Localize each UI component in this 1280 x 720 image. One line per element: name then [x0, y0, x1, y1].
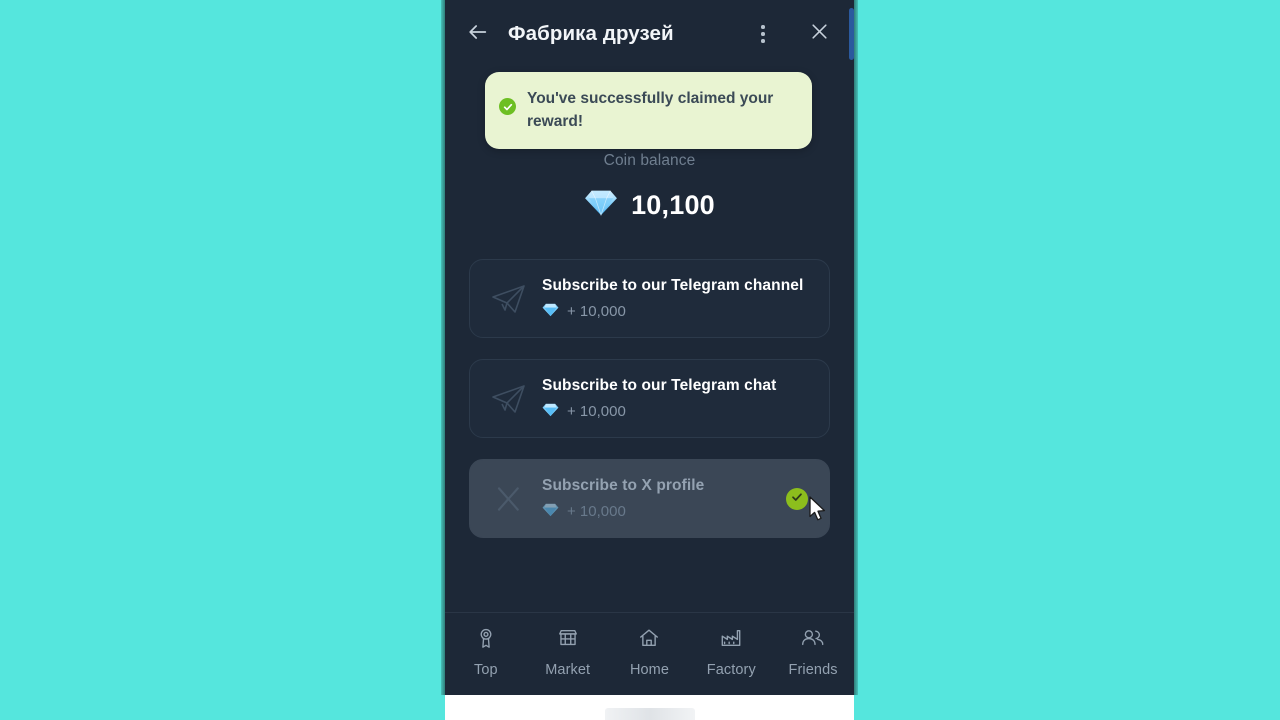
nav-item-friends[interactable]: Friends [772, 627, 854, 678]
task-list: Subscribe to our Telegram channel + 10,0… [469, 259, 830, 559]
back-button[interactable] [461, 17, 495, 51]
task-title: Subscribe to X profile [542, 476, 705, 494]
nav-label: Top [474, 662, 498, 678]
gem-icon [542, 402, 559, 421]
success-toast: You've successfully claimed your reward! [485, 72, 812, 149]
telegram-icon [486, 383, 532, 415]
more-vertical-icon [761, 25, 765, 43]
arrow-left-icon [467, 21, 489, 48]
panel-scrollbar-thumb[interactable] [849, 8, 854, 60]
nav-item-home[interactable]: Home [609, 627, 691, 678]
coin-balance-value: 10,100 [631, 189, 715, 220]
nav-label: Factory [706, 662, 756, 678]
telegram-miniapp-panel: Фабрика друзей You've successfully claim… [445, 0, 854, 695]
coin-balance-label: Coin balance [603, 152, 696, 169]
coin-balance-block: Coin balance 10,100 [445, 152, 854, 223]
nav-item-factory[interactable]: Factory [690, 627, 772, 678]
nav-item-top[interactable]: Top [445, 627, 527, 678]
nav-item-market[interactable]: Market [527, 627, 609, 678]
factory-icon [720, 627, 742, 654]
task-text: Subscribe to X profile + 10,000 [542, 477, 704, 521]
store-icon [557, 627, 579, 654]
underlying-page-strip [445, 695, 854, 720]
app-header: Фабрика друзей [445, 0, 854, 68]
task-completed-badge [786, 487, 808, 510]
nav-label: Home [629, 662, 670, 678]
toast-message: You've successfully claimed your reward! [527, 90, 774, 130]
check-circle-icon [791, 490, 803, 508]
task-reward: + 10,000 [542, 302, 803, 321]
gem-icon [584, 187, 618, 223]
x-twitter-icon [486, 484, 532, 514]
bottom-navigation: Top Market Home Factory Friends [445, 612, 854, 695]
coin-balance-row: 10,100 [445, 187, 854, 223]
task-card-telegram-chat[interactable]: Subscribe to our Telegram chat + 10,000 [469, 359, 830, 438]
gem-icon [542, 302, 559, 321]
underlying-page-content [604, 708, 695, 720]
telegram-icon [486, 283, 532, 315]
nav-label: Market [545, 662, 591, 678]
friends-icon [801, 627, 825, 654]
task-title: Subscribe to our Telegram chat [542, 376, 777, 394]
task-reward-amount: + 10,000 [567, 302, 626, 320]
home-icon [638, 627, 660, 654]
close-icon [810, 22, 829, 46]
task-card-x-profile: Subscribe to X profile + 10,000 [469, 459, 830, 538]
task-reward: + 10,000 [542, 502, 704, 521]
task-reward-amount: + 10,000 [567, 402, 626, 420]
check-circle-icon [499, 98, 516, 115]
nav-label: Friends [788, 662, 838, 678]
task-reward-amount: + 10,000 [567, 502, 626, 520]
task-title: Subscribe to our Telegram channel [542, 276, 804, 294]
page-title: Фабрика друзей [508, 22, 674, 45]
menu-button[interactable] [746, 17, 780, 51]
panel-right-shadow [854, 0, 858, 695]
gem-icon [542, 502, 559, 521]
medal-icon [475, 627, 497, 654]
task-reward: + 10,000 [542, 402, 776, 421]
close-button[interactable] [802, 17, 836, 51]
task-text: Subscribe to our Telegram channel + 10,0… [542, 277, 803, 321]
task-card-telegram-channel[interactable]: Subscribe to our Telegram channel + 10,0… [469, 259, 830, 338]
task-text: Subscribe to our Telegram chat + 10,000 [542, 377, 776, 421]
